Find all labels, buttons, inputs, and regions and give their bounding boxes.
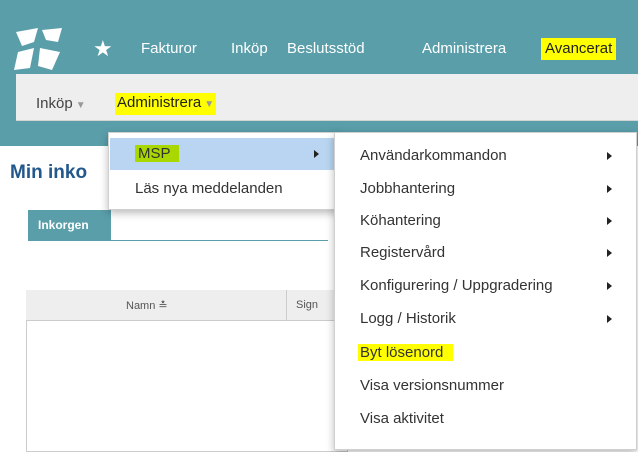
menu-item-jobbhantering[interactable]: Jobbhantering	[360, 180, 455, 197]
menu-item-byt-losenord[interactable]: Byt lösenord	[358, 344, 454, 361]
menu-item-logg-historik[interactable]: Logg / Historik	[360, 310, 456, 327]
column-divider	[286, 290, 287, 320]
chevron-right-icon	[607, 185, 612, 193]
subnav-inkop[interactable]: Inköp ▼	[36, 94, 86, 116]
nav-fakturor[interactable]: Fakturor	[141, 39, 197, 59]
menu-item-visa-aktivitet[interactable]: Visa aktivitet	[360, 410, 444, 427]
administrera-menu: MSP Läs nya meddelanden	[108, 132, 340, 210]
tab-underline	[28, 240, 328, 241]
chevron-right-icon	[607, 249, 612, 257]
column-header-sign[interactable]: Sign	[296, 299, 318, 311]
menu-item-konfigurering-uppgradering[interactable]: Konfigurering / Uppgradering	[360, 277, 553, 294]
menu-item-visa-versionsnummer[interactable]: Visa versionsnummer	[360, 377, 504, 394]
star-icon[interactable]: ★	[93, 38, 113, 60]
menu-item-registervard[interactable]: Registervård	[360, 244, 445, 261]
menu-item-msp-label: MSP	[135, 145, 179, 162]
chevron-right-icon	[607, 152, 612, 160]
subnav-bar	[16, 74, 638, 121]
nav-beslutsstod[interactable]: Beslutsstöd	[287, 39, 365, 59]
nav-avancerat[interactable]: Avancerat	[541, 38, 617, 60]
menu-item-anvandarkommandon[interactable]: Användarkommandon	[360, 147, 507, 164]
chevron-right-icon	[314, 150, 319, 158]
menu-item-las-nya-meddelanden[interactable]: Läs nya meddelanden	[110, 173, 338, 205]
caret-down-icon: ▼	[204, 99, 215, 110]
subnav-inkop-label: Inköp	[36, 95, 73, 112]
nav-inkop[interactable]: Inköp	[231, 39, 268, 59]
menu-item-msp-text: MSP	[135, 145, 179, 162]
menu-item-msp[interactable]: MSP	[110, 138, 338, 170]
chevron-right-icon	[607, 315, 612, 323]
subnav-administrera[interactable]: Administrera ▼	[115, 93, 217, 115]
brand-logo-icon[interactable]	[12, 26, 68, 74]
caret-down-icon: ▼	[75, 100, 86, 111]
chevron-right-icon	[607, 217, 612, 225]
menu-item-kohantering[interactable]: Köhantering	[360, 212, 441, 229]
msp-submenu: Användarkommandon Jobbhantering Köhanter…	[334, 132, 637, 450]
tab-inkorgen[interactable]: Inkorgen	[28, 210, 111, 241]
column-header-namn[interactable]: Namn ≛	[126, 299, 168, 312]
menu-item-label: Läs nya meddelanden	[135, 180, 283, 197]
nav-administrera[interactable]: Administrera	[422, 39, 506, 59]
chevron-right-icon	[607, 282, 612, 290]
subnav-administrera-label: Administrera	[117, 94, 202, 111]
page-title: Min inko	[10, 162, 88, 183]
